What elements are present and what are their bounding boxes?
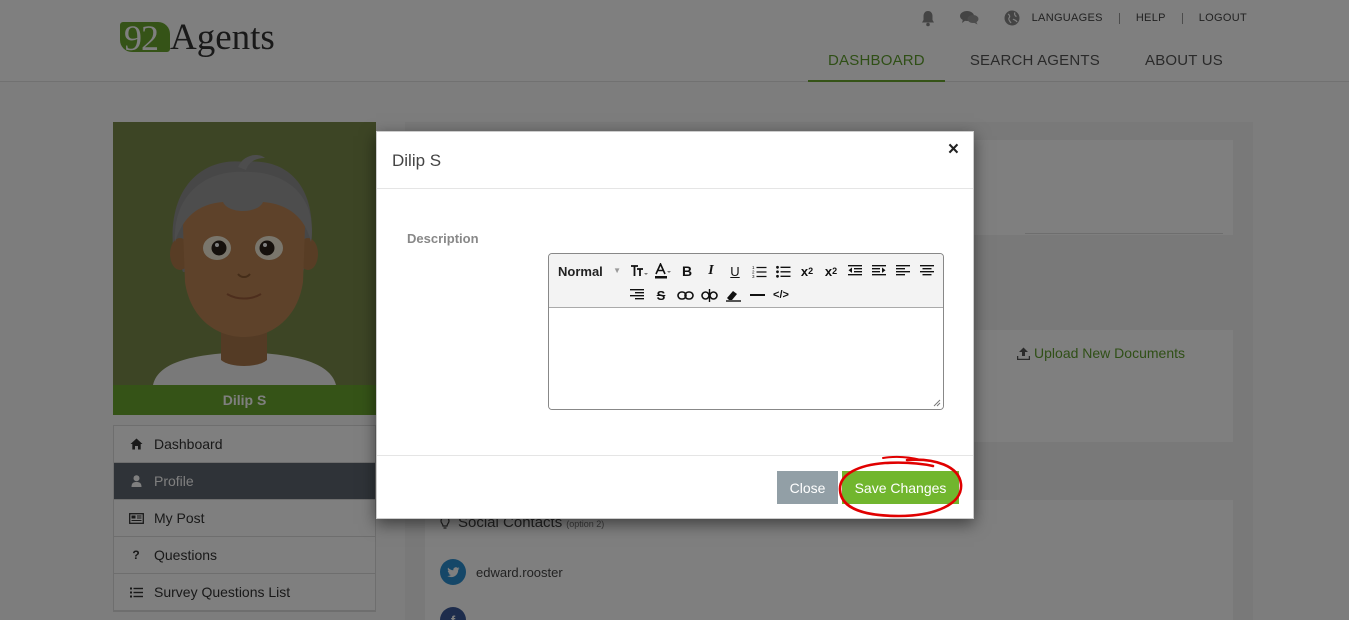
bold-icon[interactable]: B [675,259,699,283]
chevron-down-icon: ▼ [613,266,621,275]
link-icon[interactable] [673,283,697,307]
unlink-icon[interactable] [697,283,721,307]
resize-handle-icon[interactable] [933,399,941,407]
eraser-icon[interactable] [721,283,745,307]
indent-icon[interactable] [867,259,891,283]
close-icon[interactable]: × [948,139,959,161]
modal-footer: Close Save Changes [377,455,973,520]
close-button[interactable]: Close [777,471,838,504]
description-editor-input[interactable] [549,308,943,409]
paragraph-style-value: Normal [558,263,603,279]
align-left-icon[interactable] [891,259,915,283]
edit-description-modal: Dilip S × Description Normal ▼ B I U 1 2… [376,131,974,519]
strikethrough-icon[interactable]: S [649,283,673,307]
code-view-icon[interactable]: </> [769,283,793,307]
editor-toolbar: Normal ▼ B I U 123 x2 x2 S </> [549,254,943,308]
modal-title: Dilip S [392,151,442,170]
unordered-list-icon[interactable] [771,259,795,283]
italic-icon[interactable]: I [699,259,723,283]
outdent-icon[interactable] [843,259,867,283]
toolbar-row: S </> [549,283,793,307]
toolbar-row: Normal ▼ B I U 123 x2 x2 [549,259,939,283]
align-center-icon[interactable] [915,259,939,283]
modal-header: Dilip S × [377,132,973,189]
horizontal-rule-icon[interactable] [745,283,769,307]
superscript-icon[interactable]: x2 [819,259,843,283]
description-label: Description [407,231,479,246]
rich-text-editor: Normal ▼ B I U 123 x2 x2 S </> [548,253,944,410]
font-color-icon[interactable] [651,259,675,283]
font-size-icon[interactable] [627,259,651,283]
align-right-icon[interactable] [625,283,649,307]
svg-text:3: 3 [752,274,755,278]
save-changes-button[interactable]: Save Changes [842,471,959,504]
paragraph-style-dropdown[interactable]: Normal ▼ [549,259,627,283]
underline-icon[interactable]: U [723,259,747,283]
subscript-icon[interactable]: x2 [795,259,819,283]
ordered-list-icon[interactable]: 123 [747,259,771,283]
